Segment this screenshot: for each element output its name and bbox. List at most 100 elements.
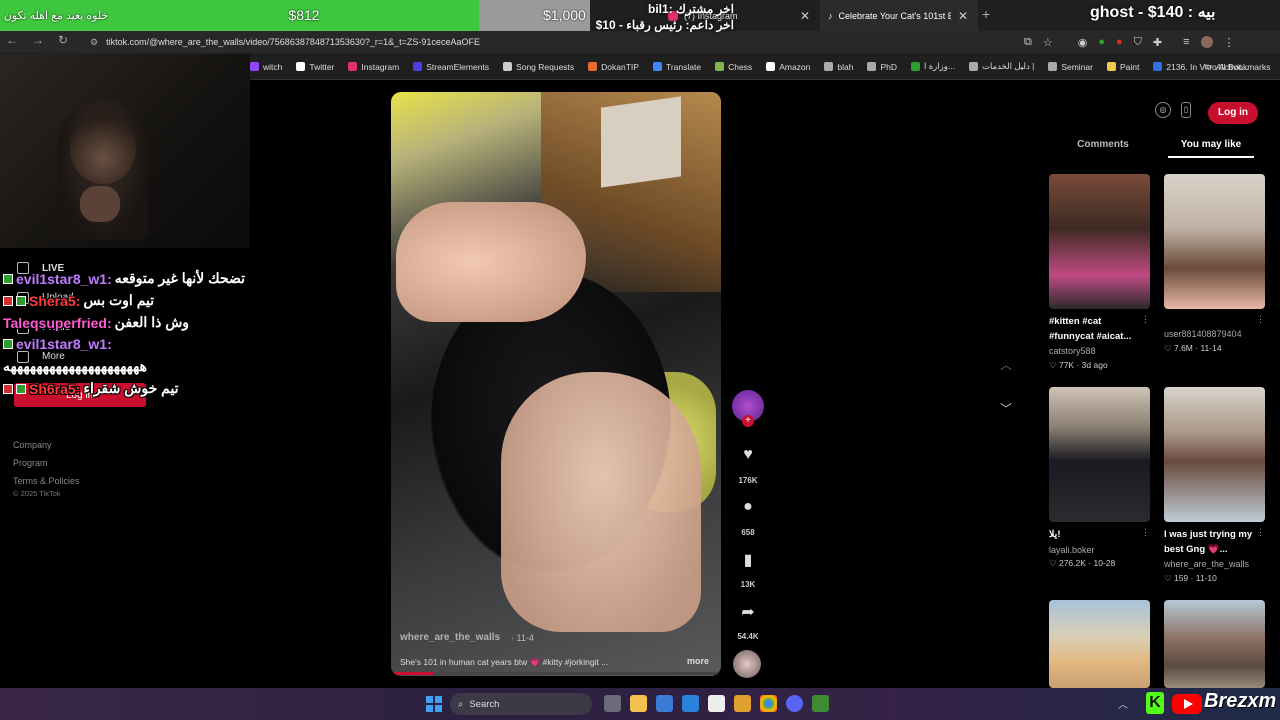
- video-thumbnail[interactable]: [1164, 174, 1265, 309]
- bookmark-item[interactable]: Instagram: [348, 62, 399, 72]
- share-count: 54.4K: [737, 632, 759, 641]
- more-options-icon[interactable]: ⋮: [1256, 314, 1265, 325]
- login-button[interactable]: Log in: [1208, 102, 1258, 124]
- mail-icon[interactable]: [682, 695, 699, 712]
- taskbar-search[interactable]: ⌕ Search: [450, 693, 592, 715]
- reload-icon[interactable]: ↻: [58, 33, 82, 47]
- bookmark-item[interactable]: witch: [250, 62, 282, 72]
- bookmark-item[interactable]: Seminar: [1048, 62, 1093, 72]
- new-tab-icon[interactable]: +: [982, 6, 990, 22]
- bookmark-icon[interactable]: ▮: [730, 550, 766, 570]
- bookmark-item[interactable]: Twitter: [296, 62, 334, 72]
- bookmark-item[interactable]: Amazon: [766, 62, 810, 72]
- bookmark-label: Twitter: [309, 61, 335, 72]
- video-thumbnail[interactable]: [1049, 387, 1150, 522]
- video-thumbnail[interactable]: [1164, 387, 1265, 522]
- card-meta: ♡ 276.2K · 10-28: [1049, 558, 1115, 569]
- bookmark-item[interactable]: Paint: [1106, 62, 1139, 72]
- back-icon[interactable]: ←: [6, 33, 32, 47]
- more-options-icon[interactable]: ⋮: [1256, 527, 1265, 538]
- shield-icon[interactable]: ⛉: [1134, 36, 1142, 49]
- search-placeholder: Search: [469, 698, 500, 710]
- windows-start-icon[interactable]: [426, 696, 442, 712]
- site-info-icon[interactable]: ⚙: [90, 37, 98, 48]
- url-field[interactable]: ⚙ tiktok.com/@where_are_the_walls/video/…: [82, 33, 1082, 51]
- bookmark-item[interactable]: StreamElements: [413, 62, 489, 72]
- video-progress-bar[interactable]: [391, 672, 721, 675]
- store-icon[interactable]: [656, 695, 673, 712]
- chat-username: Sh6ra5:: [29, 380, 81, 397]
- chat-message: هههههههههههههههههههههه: [3, 358, 147, 375]
- bookmark-item[interactable]: Chess: [715, 62, 752, 72]
- tray-chevron-icon[interactable]: ︿: [1118, 696, 1128, 711]
- media-icon[interactable]: ≡: [1183, 36, 1189, 48]
- all-bookmarks[interactable]: ▭ All Bookmarks: [1204, 53, 1270, 80]
- comment-icon[interactable]: ●: [730, 498, 766, 516]
- bookmark-label: DokanTIP: [601, 61, 639, 72]
- install-icon[interactable]: ⧉: [1024, 36, 1032, 49]
- comment-count: 658: [741, 528, 755, 537]
- tab-tiktok-video[interactable]: ♪ Celebrate Your Cat's 101st Birth ✕: [820, 0, 978, 31]
- card-user[interactable]: layali.boker: [1049, 545, 1095, 555]
- card-user[interactable]: catstory588: [1049, 346, 1096, 356]
- video-player[interactable]: where_are_the_walls · 11-4 She's 101 in …: [391, 92, 721, 676]
- menu-icon[interactable]: ⋮: [1224, 36, 1235, 49]
- forward-icon[interactable]: →: [32, 33, 58, 47]
- video-thumbnail[interactable]: [1049, 600, 1150, 688]
- bookmark-item[interactable]: وزارة ا...: [911, 61, 955, 72]
- tab-label: Celebrate Your Cat's 101st Birth: [838, 10, 951, 21]
- close-tab-icon[interactable]: ✕: [800, 9, 810, 23]
- bookmark-icon: [1153, 62, 1163, 71]
- footer-link-terms[interactable]: Terms & Policies: [13, 472, 80, 490]
- file-explorer-icon[interactable]: [630, 695, 647, 712]
- chat-username: evil1star8_w1:: [16, 336, 112, 352]
- card-user[interactable]: user881408879404: [1164, 329, 1242, 339]
- footer-link-program[interactable]: Program: [13, 454, 80, 472]
- minecraft-icon[interactable]: [812, 695, 829, 712]
- app-icon[interactable]: [734, 695, 751, 712]
- chevron-down-icon[interactable]: ﹀: [1000, 400, 1012, 417]
- avatar[interactable]: [1200, 36, 1213, 48]
- bookmark-item[interactable]: Song Requests: [503, 62, 574, 72]
- video-thumbnail[interactable]: [1049, 174, 1150, 309]
- chrome-icon[interactable]: [760, 695, 777, 712]
- more-options-icon[interactable]: ⋮: [1141, 314, 1150, 325]
- tab-comments[interactable]: Comments: [1067, 139, 1139, 150]
- heart-icon[interactable]: ♥: [730, 446, 766, 464]
- share-icon[interactable]: ➦: [730, 602, 766, 622]
- puzzle-icon[interactable]: ✚: [1153, 36, 1162, 49]
- card-meta: ♡ 7.6M · 11-14: [1164, 343, 1222, 354]
- card-user[interactable]: where_are_the_walls: [1164, 559, 1249, 569]
- bookmark-item[interactable]: PhD: [867, 62, 897, 72]
- music-disc[interactable]: [733, 650, 761, 678]
- coins-icon[interactable]: ◎: [1155, 102, 1171, 118]
- video-hand: [396, 202, 586, 322]
- tab-you-may-like[interactable]: You may like: [1168, 139, 1254, 150]
- extension-icon[interactable]: ◉: [1078, 36, 1088, 49]
- bookmark-item[interactable]: دليل الخدمات |: [968, 61, 1034, 72]
- chevron-up-icon[interactable]: ︿: [1000, 356, 1012, 373]
- footer-link-company[interactable]: Company: [13, 436, 80, 454]
- more-options-icon[interactable]: ⋮: [1141, 527, 1150, 538]
- video-caption: She's 101 in human cat years btw 💗 #kitt…: [400, 657, 609, 667]
- bookmark-item[interactable]: blah: [824, 62, 853, 72]
- device-icon[interactable]: ▯: [1181, 102, 1191, 118]
- close-tab-icon[interactable]: ✕: [958, 9, 968, 23]
- card-meta: ♡ 159 · 11-10: [1164, 573, 1217, 584]
- extension-icon[interactable]: ●: [1116, 36, 1123, 48]
- bookmark-label: Chess: [728, 61, 753, 72]
- caption-more-button[interactable]: more: [687, 656, 709, 666]
- video-author[interactable]: where_are_the_walls: [400, 632, 500, 643]
- bookmark-item[interactable]: DokanTIP: [588, 62, 639, 72]
- capcut-icon[interactable]: [708, 695, 725, 712]
- bookmark-item[interactable]: Translate: [652, 62, 701, 72]
- follow-plus-icon[interactable]: +: [742, 415, 754, 427]
- discord-icon[interactable]: [786, 695, 803, 712]
- bookmark-star-icon[interactable]: ☆: [1043, 36, 1053, 49]
- extension-icon[interactable]: ●: [1098, 36, 1105, 48]
- video-thumbnail[interactable]: [1164, 600, 1265, 688]
- webcam-feed: [0, 54, 250, 248]
- card-likes: ♡ 276.2K: [1049, 558, 1086, 568]
- task-view-icon[interactable]: [604, 695, 621, 712]
- chat-username: Shera5:: [29, 292, 81, 309]
